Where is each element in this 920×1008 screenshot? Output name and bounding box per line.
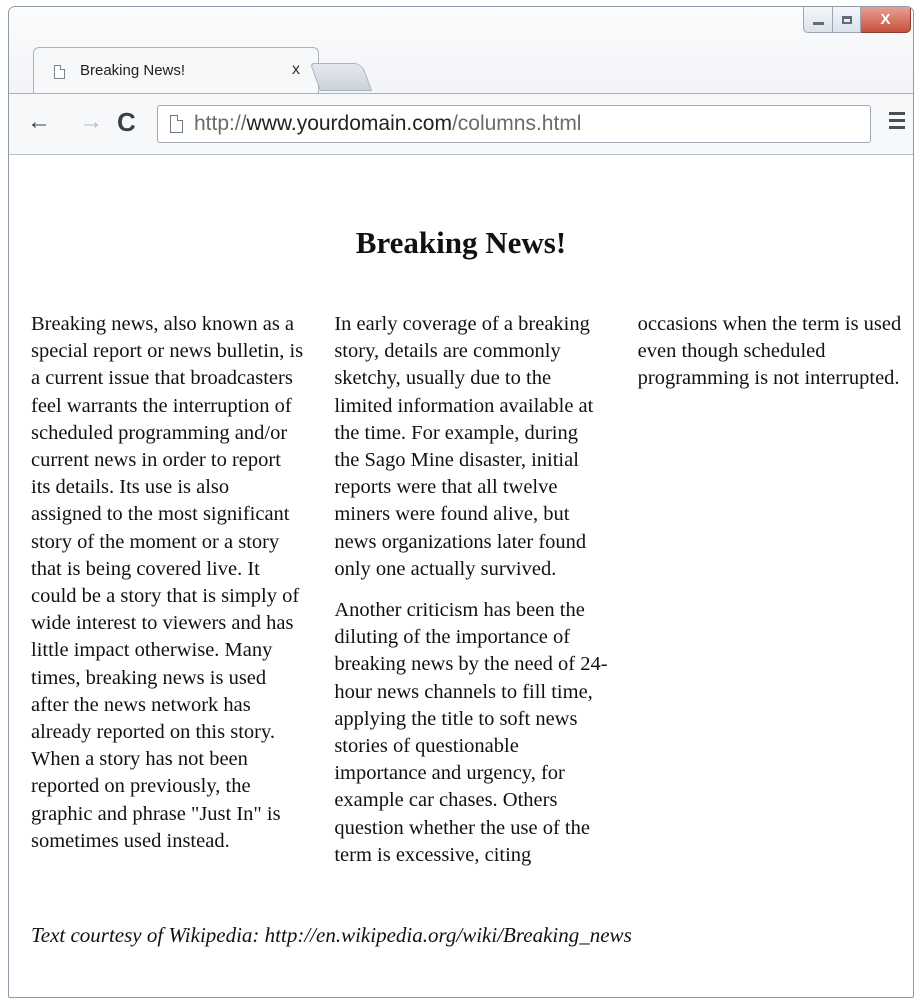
- new-tab-button[interactable]: [309, 63, 373, 91]
- credit-line: Text courtesy of Wikipedia: http://en.wi…: [31, 923, 632, 947]
- paragraph-2: In early coverage of a breaking story, d…: [334, 313, 594, 580]
- close-window-button[interactable]: X: [861, 7, 911, 33]
- reload-button[interactable]: C: [117, 108, 136, 136]
- forward-button[interactable]: →: [79, 108, 103, 136]
- tab-breaking-news[interactable]: Breaking News! x: [33, 47, 319, 94]
- window-controls: X: [803, 7, 911, 33]
- page-icon: [54, 65, 65, 79]
- page-title: Breaking News!: [355, 225, 567, 260]
- toolbar: ← → C http://www.yourdomain.com/columns.…: [9, 93, 913, 155]
- page-content: Breaking News! Breaking news, also known…: [9, 155, 913, 997]
- url-scheme: http://: [194, 112, 247, 135]
- back-button[interactable]: ←: [27, 108, 51, 136]
- close-icon: X: [880, 11, 891, 28]
- tab-title: Breaking News!: [80, 62, 186, 79]
- url-host: www.yourdomain.com: [246, 112, 452, 135]
- address-bar[interactable]: http://www.yourdomain.com/columns.html: [157, 105, 871, 143]
- minimize-icon: [812, 22, 824, 25]
- minimize-button[interactable]: [803, 7, 833, 33]
- menu-button[interactable]: [889, 112, 905, 133]
- url-text[interactable]: http://www.yourdomain.com/columns.html: [194, 112, 581, 136]
- title-bar: X Breaking News! x: [9, 7, 913, 97]
- page-icon: [170, 115, 183, 133]
- maximize-icon: [841, 15, 852, 24]
- url-path: /columns.html: [451, 112, 582, 135]
- paragraph-1: Breaking news, also known as a special r…: [31, 313, 304, 852]
- tab-close-button[interactable]: x: [292, 61, 300, 79]
- maximize-button[interactable]: [833, 7, 861, 33]
- article-columns: Breaking news, also known as a special r…: [31, 311, 911, 871]
- browser-window: X Breaking News! x ← → C http://www.your…: [8, 6, 914, 998]
